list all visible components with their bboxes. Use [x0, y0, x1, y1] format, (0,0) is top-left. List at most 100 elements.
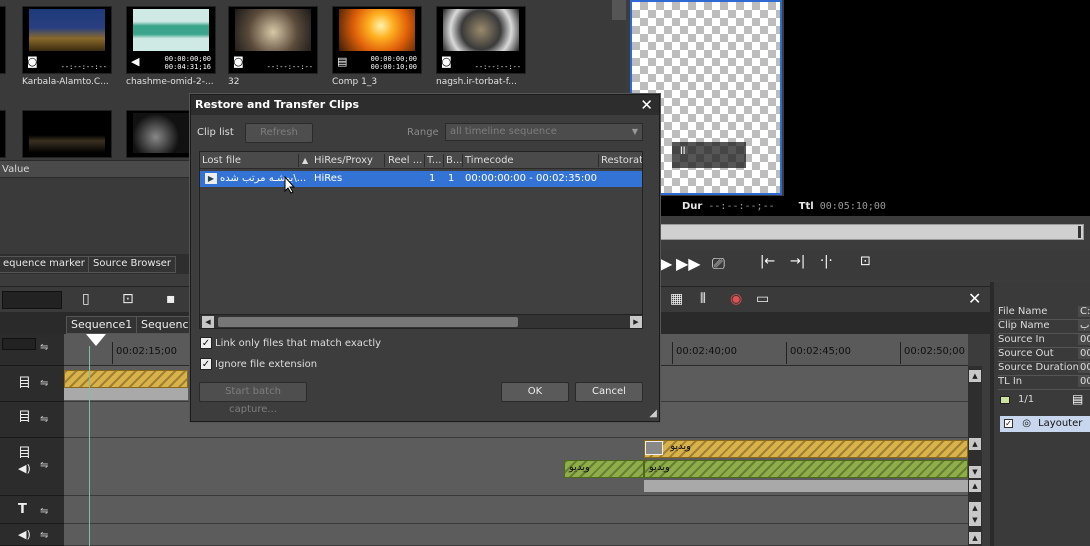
ok-button[interactable]: OK: [501, 382, 569, 402]
sync-icon[interactable]: ⇋: [40, 460, 48, 471]
scrub-bar[interactable]: [660, 224, 1084, 240]
sync-icon[interactable]: ⇋: [40, 378, 48, 389]
bin-clip[interactable]: [22, 110, 112, 158]
tab-sequence-marker[interactable]: equence marker: [0, 256, 90, 273]
clip-thumbnail: ▤ 00:00:00;00 00:00:10;00: [332, 6, 422, 74]
color-correction-icon[interactable]: ◉: [730, 291, 742, 307]
cell-lost-file: بوشـه مرتب شده\...: [220, 173, 307, 184]
mark-out-icon[interactable]: →|: [790, 254, 805, 269]
bin-clip-partial[interactable]: [0, 110, 6, 158]
mark-in-icon[interactable]: |←: [760, 254, 775, 269]
timeline-audio-clip[interactable]: ویدیو: [564, 460, 644, 478]
scroll-up-icon[interactable]: ▲: [969, 480, 981, 492]
open-icon[interactable]: ⊡: [122, 291, 134, 307]
lost-clips-table[interactable]: Lost file ▲ HiRes/Proxy Reel ... T... B.…: [199, 151, 643, 329]
layout-item[interactable]: ✓ ◎ Layouter: [1000, 416, 1090, 432]
split-icon[interactable]: ·|·: [820, 254, 833, 269]
table-horizontal-scrollbar[interactable]: ◀ ▶: [200, 314, 642, 328]
column-reel[interactable]: Reel ...: [388, 155, 422, 166]
track-header-video1[interactable]: 目 ⇋: [0, 366, 64, 402]
bin-clip[interactable]: ◀ 00:00:00;00 00:04:31;16 chashme-omid-2-…: [126, 6, 216, 87]
column-restoration[interactable]: Restoratio: [601, 155, 642, 166]
bin-clip[interactable]: ◙ --:--:--:-- nagsh.ir-torbat-f...: [436, 6, 526, 87]
link-only-checkbox[interactable]: ✓: [200, 337, 212, 349]
track-av[interactable]: ویدیو ویدیو ویدیو: [64, 438, 968, 496]
checkbox-icon[interactable]: ✓: [1004, 419, 1013, 428]
column-separator: [298, 154, 299, 167]
column-b[interactable]: B...: [446, 155, 462, 166]
scroll-up-icon[interactable]: ▲: [969, 438, 981, 450]
sync-icon[interactable]: ⇋: [40, 506, 48, 517]
scrub-handle[interactable]: [1078, 226, 1081, 238]
bin-clip[interactable]: ▤ 00:00:00;00 00:00:10;00 Comp 1_3: [332, 6, 422, 87]
insert-icon[interactable]: ⊡: [860, 254, 871, 269]
mosque-image: [29, 9, 105, 51]
pause-overlay[interactable]: ll: [672, 142, 746, 168]
loop-icon[interactable]: ⎚: [712, 254, 725, 274]
scroll-up-icon[interactable]: ▲: [969, 370, 981, 382]
cancel-button[interactable]: Cancel: [575, 382, 643, 402]
new-sequence-icon[interactable]: ▯: [82, 291, 90, 307]
save-icon[interactable]: ▪: [166, 291, 176, 307]
keyframe-icon[interactable]: ▤: [1072, 392, 1083, 406]
track-header-av[interactable]: 目 ◀) ⇋: [0, 438, 64, 496]
track-header-audio[interactable]: ◀) ⇋: [0, 524, 64, 546]
sync-icon[interactable]: ⇋: [40, 342, 48, 353]
scroll-left-icon[interactable]: ◀: [202, 316, 214, 328]
timeline-vertical-scrollbar[interactable]: ▲ ▲ ▼ ▲ ▲ ▼ ▲: [968, 366, 982, 546]
scroll-down-icon[interactable]: ▼: [969, 514, 981, 526]
refresh-button[interactable]: Refresh: [245, 123, 313, 143]
track-header-title[interactable]: T ⇋: [0, 496, 64, 524]
resize-grip-icon[interactable]: ◢: [649, 408, 657, 419]
scroll-down-icon[interactable]: ▼: [969, 466, 981, 478]
ruler-label: 00:02:15;00: [116, 346, 178, 357]
layout-icon[interactable]: ▭: [756, 291, 769, 307]
column-timecode[interactable]: Timecode: [465, 155, 514, 166]
sync-icon[interactable]: ⇋: [40, 530, 48, 541]
ignore-extension-checkbox[interactable]: ✓: [200, 358, 212, 370]
timecode-field[interactable]: [2, 338, 36, 350]
pause-icon: ll: [680, 146, 686, 157]
bin-tab-bar: equence marker Source Browser: [0, 254, 190, 274]
mixer-icon[interactable]: ⫴: [700, 291, 706, 307]
timeline-audio-clip[interactable]: ویدیو: [644, 460, 968, 478]
timeline-name-field[interactable]: [2, 291, 62, 309]
column-t[interactable]: T...: [427, 155, 441, 166]
tab-source-browser[interactable]: Source Browser: [88, 256, 177, 273]
dialog-title-bar[interactable]: Restore and Transfer Clips ✕: [191, 95, 659, 115]
bin-clip-partial[interactable]: [0, 6, 6, 74]
title-track-icon: T: [18, 502, 27, 517]
track-header-video2[interactable]: 目 ⇋: [0, 402, 64, 438]
play-icon[interactable]: ▶: [660, 254, 672, 273]
column-lost-file[interactable]: Lost file: [202, 155, 241, 166]
table-header: Lost file ▲ HiRes/Proxy Reel ... T... B.…: [200, 152, 642, 169]
close-icon[interactable]: ✕: [640, 96, 653, 114]
ttl-label: Ttl: [798, 201, 814, 212]
bin-scrollbar[interactable]: [612, 0, 626, 20]
scroll-right-icon[interactable]: ▶: [630, 316, 642, 328]
bin-clip[interactable]: ◙ --:--:--:-- 32: [228, 6, 318, 87]
timeline-clip[interactable]: [64, 370, 188, 388]
scroll-up-icon[interactable]: ▲: [969, 532, 981, 544]
tab-sequence[interactable]: Sequence: [136, 316, 190, 334]
scroll-up-icon[interactable]: ▲: [969, 502, 981, 514]
timeline-clip[interactable]: ویدیو: [644, 440, 968, 458]
range-select[interactable]: all timeline sequence ▼: [445, 123, 643, 141]
bin-clip[interactable]: ◙ --:--:--:-- Karbala-Alamto.C...: [22, 6, 112, 87]
image-icon: ◙: [441, 55, 452, 68]
fast-forward-icon[interactable]: ▶▶: [676, 254, 701, 273]
tab-sequence1[interactable]: Sequence1: [66, 316, 138, 334]
sync-icon[interactable]: ⇋: [40, 414, 48, 425]
table-row[interactable]: ▶ بوشـه مرتب شده\... HiRes 1 1 00:00:00:…: [200, 171, 642, 187]
ruler-label: 00:02:45;00: [790, 346, 852, 357]
track-audio[interactable]: [64, 524, 968, 546]
grid-view-icon[interactable]: ▦: [670, 291, 683, 307]
track-title[interactable]: [64, 496, 968, 524]
playhead-marker[interactable]: [86, 334, 106, 346]
start-batch-capture-button[interactable]: Start batch capture...: [199, 382, 307, 415]
column-hires-proxy[interactable]: HiRes/Proxy: [314, 155, 373, 166]
ruler-tick: [900, 342, 901, 364]
scroll-thumb[interactable]: [218, 317, 518, 327]
video-icon: ▤: [337, 55, 348, 68]
close-timeline-icon[interactable]: ✕: [968, 289, 981, 308]
